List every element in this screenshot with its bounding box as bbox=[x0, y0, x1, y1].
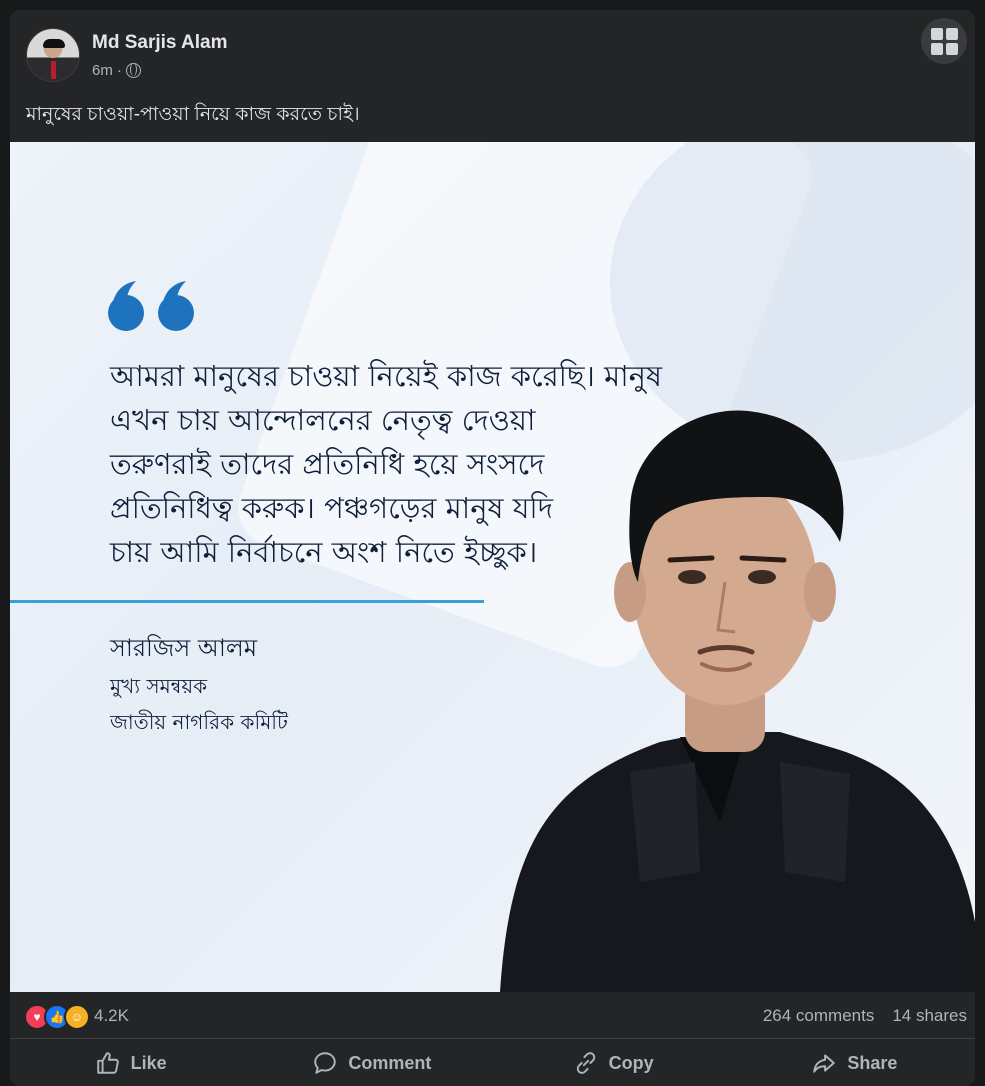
like-button[interactable]: Like bbox=[10, 1040, 251, 1086]
post-card: Md Sarjis Alam 6m · মানুষের চাওয়া-পাওয়… bbox=[10, 10, 975, 1086]
quote-divider bbox=[10, 600, 484, 603]
like-icon bbox=[96, 1052, 119, 1074]
comment-button[interactable]: Comment bbox=[251, 1040, 492, 1086]
reactions-bar: ♥ 👍 ☺ 4.2K 264 comments 14 shares bbox=[10, 992, 975, 1039]
share-label: Share bbox=[847, 1052, 898, 1073]
post-meta: 6m · bbox=[92, 62, 141, 79]
meta-separator: · bbox=[116, 62, 122, 79]
signature-role: মুখ্য সমন্বয়ক bbox=[110, 674, 208, 698]
author-name[interactable]: Md Sarjis Alam bbox=[92, 32, 228, 54]
care-reaction-icon: ☺ bbox=[64, 1004, 90, 1030]
signature-name: সারজিস আলম bbox=[110, 634, 258, 662]
reaction-count[interactable]: 4.2K bbox=[94, 1006, 129, 1026]
post-actions: Like Comment Copy Share bbox=[10, 1040, 975, 1086]
like-label: Like bbox=[130, 1052, 167, 1073]
comment-label: Comment bbox=[348, 1052, 432, 1073]
reaction-icons[interactable]: ♥ 👍 ☺ bbox=[24, 1004, 90, 1030]
author-avatar[interactable] bbox=[26, 28, 80, 82]
person-portrait bbox=[500, 410, 975, 992]
copy-button[interactable]: Copy bbox=[493, 1040, 734, 1086]
shares-count[interactable]: 14 shares bbox=[892, 1006, 967, 1026]
quote-line: আমরা মানুষের চাওয়া নিয়েই কাজ করেছি। মা… bbox=[110, 359, 662, 393]
more-options-icon[interactable] bbox=[921, 18, 967, 64]
post-stats: 264 comments 14 shares bbox=[763, 1006, 967, 1026]
copy-label: Copy bbox=[608, 1052, 654, 1073]
post-time[interactable]: 6m bbox=[92, 62, 113, 79]
comments-count[interactable]: 264 comments bbox=[763, 1006, 875, 1026]
post-header: Md Sarjis Alam 6m · bbox=[10, 10, 975, 100]
globe-icon bbox=[125, 63, 141, 78]
comment-icon bbox=[314, 1052, 337, 1074]
copy-icon bbox=[576, 1052, 595, 1074]
share-button[interactable]: Share bbox=[734, 1040, 975, 1086]
quote-mark-icon bbox=[108, 281, 194, 331]
post-image[interactable]: আমরা মানুষের চাওয়া নিয়েই কাজ করেছি। মা… bbox=[10, 142, 975, 992]
share-icon bbox=[813, 1054, 836, 1073]
post-caption: মানুষের চাওয়া-পাওয়া নিয়ে কাজ করতে চাই… bbox=[26, 104, 360, 125]
signature-org: জাতীয় নাগরিক কমিটি bbox=[110, 710, 288, 734]
